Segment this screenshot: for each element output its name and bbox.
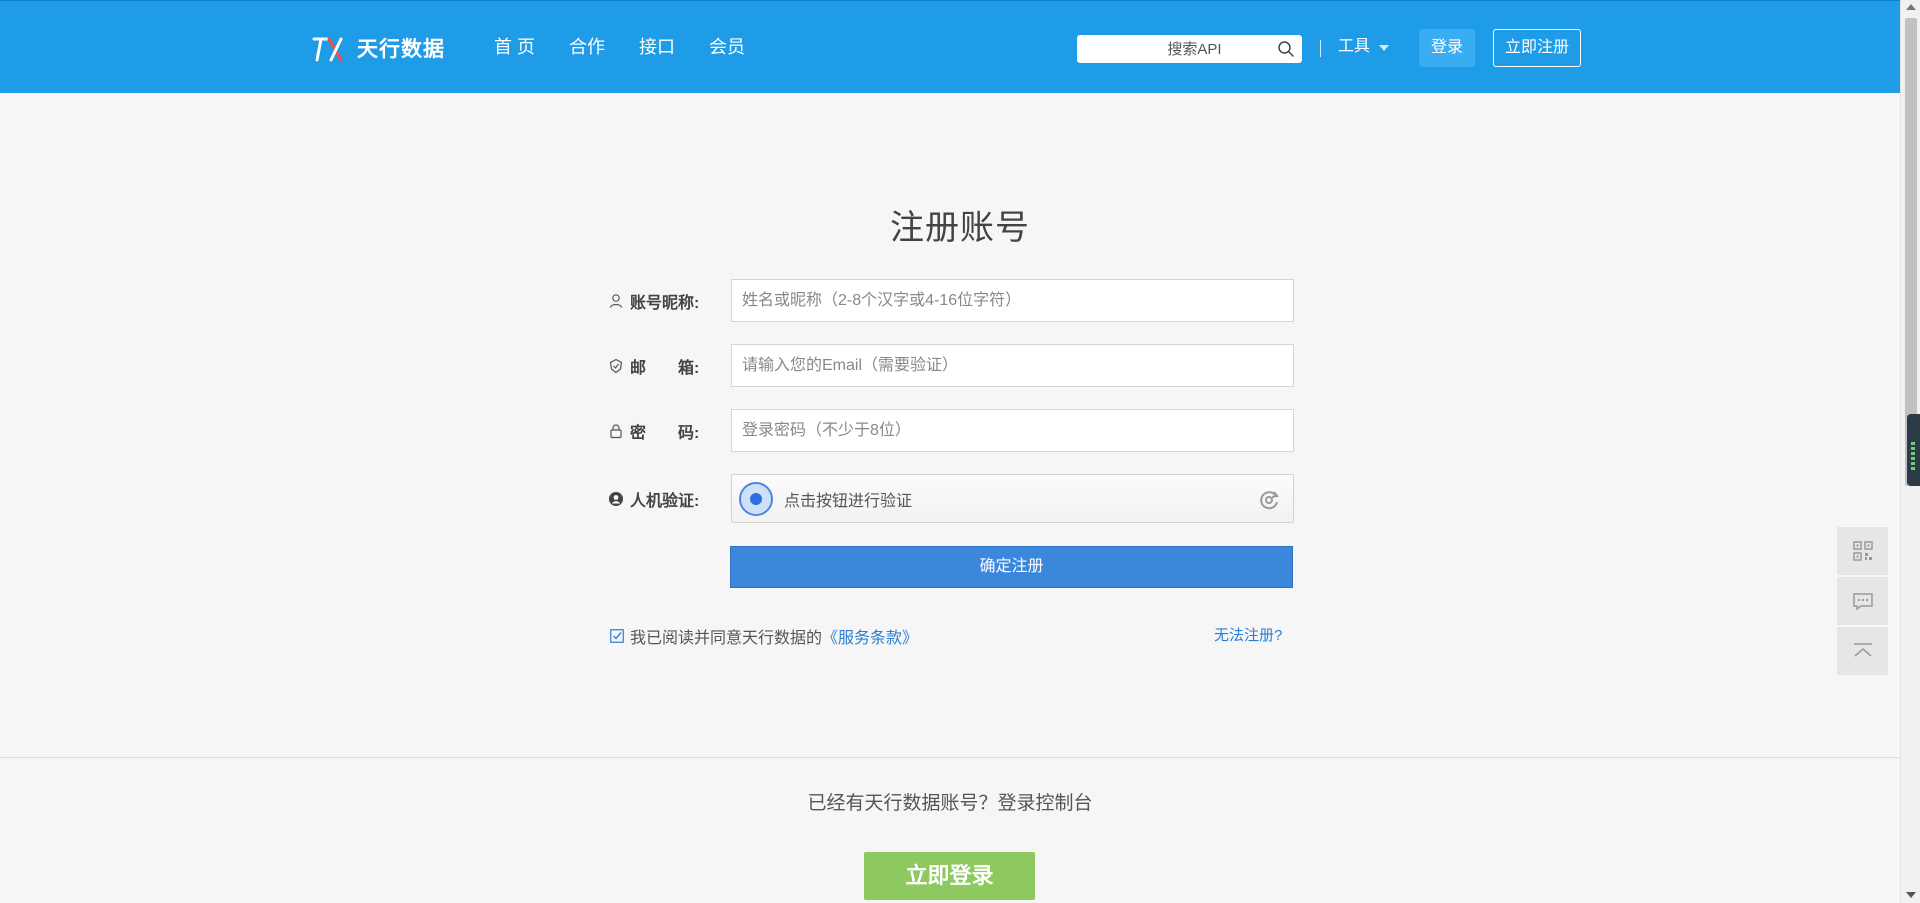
chat-icon (1852, 593, 1873, 611)
qrcode-icon (1852, 541, 1873, 561)
password-field[interactable] (731, 409, 1294, 452)
edge-widget[interactable] (1907, 414, 1920, 486)
level-bars-icon (1911, 442, 1915, 472)
caret-down-icon (1379, 45, 1390, 51)
captcha-label-text: 人机验证: (630, 492, 700, 510)
captcha-widget[interactable]: 点击按钮进行验证 (731, 474, 1294, 523)
scroll-down-icon[interactable] (1906, 892, 1916, 898)
search-icon[interactable] (1277, 40, 1295, 58)
login-button[interactable]: 登录 (1419, 29, 1475, 67)
captcha-button-icon[interactable] (739, 481, 773, 516)
scroll-up-icon[interactable] (1906, 4, 1916, 10)
refresh-icon[interactable] (1257, 488, 1281, 512)
captcha-row: 人机验证: 点击按钮进行验证 (608, 474, 1294, 523)
main-nav: 首 页 合作 接口 会员 (494, 33, 779, 61)
tools-label: 工具 (1338, 38, 1371, 55)
header-divider (1320, 40, 1321, 57)
password-row: 密 码: (608, 409, 1294, 452)
side-tool-chat[interactable] (1837, 577, 1888, 625)
search-box (1077, 35, 1302, 63)
side-tool-qrcode[interactable] (1837, 527, 1888, 575)
page-title: 注册账号 (890, 209, 1030, 247)
password-label-text: 密 码: (630, 424, 700, 442)
email-field[interactable] (731, 344, 1294, 387)
nickname-label: 账号昵称: (608, 289, 731, 313)
footer-divider (0, 757, 1900, 758)
checkbox-checked-icon[interactable] (610, 629, 624, 643)
login-now-button[interactable]: 立即登录 (864, 852, 1035, 900)
nav-item-member[interactable]: 会员 (709, 33, 745, 61)
search-input[interactable] (1077, 35, 1272, 63)
nickname-field[interactable] (731, 279, 1294, 322)
top-header: 天行数据 首 页 合作 接口 会员 工具 登录 立即注册 (0, 0, 1900, 93)
agree-text: 我已阅读并同意天行数据的 (630, 630, 823, 647)
side-tools (1837, 527, 1888, 677)
site-logo[interactable]: 天行数据 (311, 33, 445, 63)
register-button[interactable]: 立即注册 (1493, 29, 1581, 67)
person-verify-icon (609, 491, 623, 506)
cannot-register-link[interactable]: 无法注册? (1214, 624, 1282, 645)
email-label: 邮 箱: (608, 354, 731, 378)
submit-register-button[interactable]: 确定注册 (730, 546, 1293, 588)
password-label: 密 码: (608, 419, 731, 443)
side-tool-back-to-top[interactable] (1837, 627, 1888, 675)
have-account-text: 已经有天行数据账号？登录控制台 (807, 793, 1093, 814)
nav-item-cooperation[interactable]: 合作 (569, 33, 605, 61)
captcha-label: 人机验证: (608, 487, 731, 511)
lock-icon (610, 423, 622, 438)
email-label-text: 邮 箱: (630, 359, 700, 377)
logo-text: 天行数据 (357, 38, 445, 61)
back-to-top-icon (1853, 643, 1872, 657)
email-row: 邮 箱: (608, 344, 1294, 387)
logo-mark-icon (312, 37, 343, 62)
shield-icon (609, 358, 623, 373)
nav-item-api[interactable]: 接口 (639, 33, 675, 61)
nickname-row: 账号昵称: (608, 279, 1294, 322)
user-icon (609, 293, 623, 308)
terms-link[interactable]: 《服务条款》 (822, 624, 918, 648)
tools-dropdown[interactable]: 工具 (1338, 35, 1390, 59)
nav-item-home[interactable]: 首 页 (494, 33, 535, 61)
nickname-label-text: 账号昵称: (630, 294, 700, 312)
agree-terms: 我已阅读并同意天行数据的 《服务条款》 (610, 624, 918, 648)
captcha-text: 点击按钮进行验证 (784, 492, 913, 510)
